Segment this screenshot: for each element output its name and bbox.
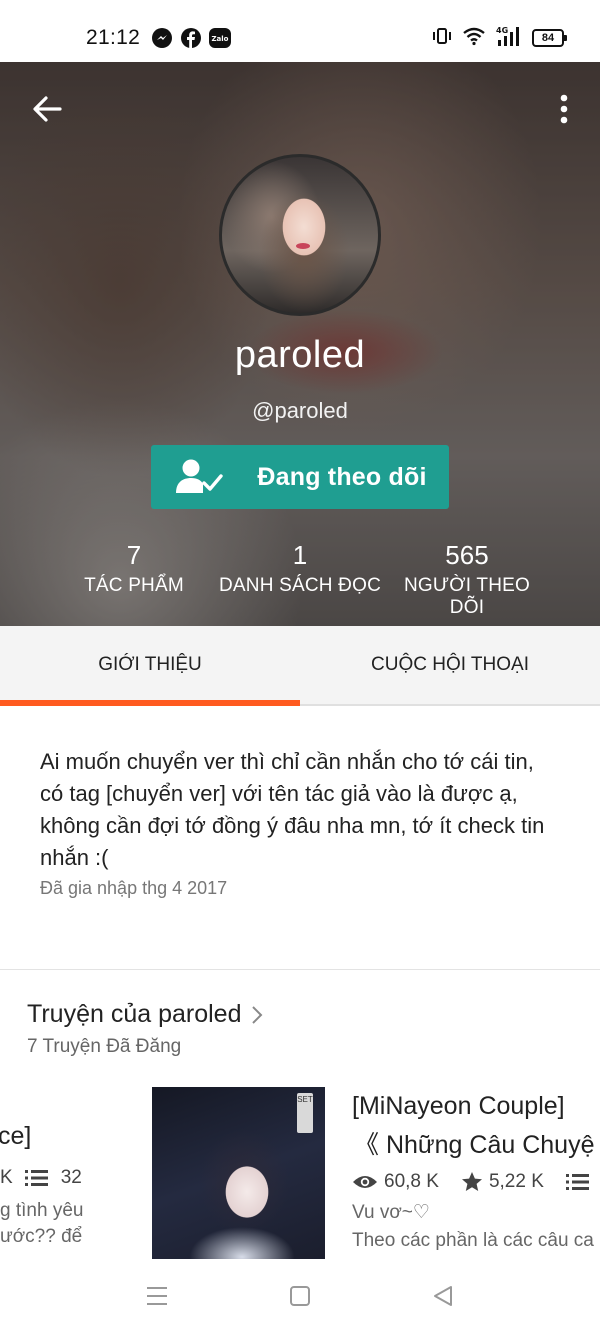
list-icon [565, 1174, 589, 1190]
tab-about[interactable]: GIỚI THIỆU [0, 626, 300, 706]
battery-indicator: 84 [532, 29, 567, 47]
arrow-left-icon [33, 96, 62, 122]
status-time: 21:12 [86, 26, 141, 49]
story-title: ce] [0, 1122, 32, 1150]
profile-header: paroled @paroled Đang theo dõi 7 TÁC PHẨ… [0, 62, 600, 626]
system-navigation-bar [0, 1259, 600, 1333]
story-card[interactable]: [MiNayeon Couple] 《 Những Câu Chuyệ 60,8… [352, 1092, 600, 1262]
tab-conversations[interactable]: CUỘC HỘI THOẠI [300, 626, 600, 704]
back-nav-button[interactable] [430, 1283, 456, 1309]
square-icon [290, 1286, 310, 1306]
story-description: Theo các phần là các câu ca [352, 1230, 594, 1251]
stories-title-text: Truyện của paroled [27, 1000, 242, 1028]
joined-date: Đã gia nhập thg 4 2017 [40, 878, 228, 898]
list-icon [24, 1170, 48, 1186]
stat-works-value: 7 [126, 540, 142, 570]
zalo-icon: Zalo [209, 28, 231, 48]
menu-icon [147, 1287, 167, 1305]
more-options-button[interactable] [552, 90, 576, 130]
avatar-photo-detail [296, 243, 310, 249]
signal-icon: 4G [496, 25, 522, 52]
triangle-back-icon [434, 1286, 452, 1306]
user-check-icon [176, 459, 224, 493]
story-description-line: g tình yêu [0, 1200, 84, 1221]
more-vertical-icon [560, 94, 568, 124]
stat-works-label: TÁC PHẨM [84, 575, 184, 596]
stat-reading-lists[interactable]: 1 DANH SÁCH ĐỌC [210, 540, 390, 597]
story-meta-fragment: K [0, 1167, 13, 1188]
back-button[interactable] [28, 90, 66, 128]
cover-tag: SET [297, 1093, 313, 1133]
about-section: Ai muốn chuyển ver thì chỉ cần nhắn cho … [40, 746, 560, 899]
story-title-line2: 《 Những Câu Chuyệ [354, 1131, 595, 1159]
profile-tabs: GIỚI THIỆU CUỘC HỘI THOẠI [0, 626, 600, 706]
stat-followers[interactable]: 565 NGƯỜI THEO DÕI [386, 540, 548, 619]
messenger-icon [152, 28, 172, 48]
about-text: Ai muốn chuyển ver thì chỉ cần nhắn cho … [40, 749, 545, 870]
stat-reading-lists-label: DANH SÁCH ĐỌC [218, 575, 381, 596]
story-parts: 32 [60, 1167, 82, 1188]
avatar[interactable] [219, 154, 381, 316]
username: @paroled [252, 398, 348, 423]
stat-followers-label: NGƯỜI THEO DÕI [403, 575, 530, 618]
following-button-label: Đang theo dõi [257, 462, 427, 491]
display-name: paroled [234, 334, 366, 376]
story-meta: 60,8 K 5,22 K [352, 1171, 600, 1193]
story-votes: 5,22 K [488, 1171, 544, 1192]
wifi-icon [462, 26, 486, 51]
recent-apps-button[interactable] [144, 1283, 170, 1309]
story-description-line: ước?? để [0, 1226, 83, 1247]
stories-count: 7 Truyện Đã Đăng [27, 1036, 182, 1057]
story-title-line1: [MiNayeon Couple] [352, 1092, 565, 1120]
stories-section-title[interactable]: Truyện của paroled [27, 1000, 263, 1029]
story-tagline: Vu vơ~♡ [352, 1202, 430, 1223]
svg-text:4G: 4G [496, 26, 508, 35]
stat-reading-lists-value: 1 [292, 540, 308, 570]
story-reads: 60,8 K [384, 1171, 439, 1192]
star-icon [461, 1172, 482, 1191]
facebook-icon [181, 28, 201, 48]
chevron-right-icon [252, 1005, 263, 1024]
following-button[interactable]: Đang theo dõi [151, 445, 449, 509]
story-cover-image[interactable]: SET [152, 1087, 325, 1259]
home-button[interactable] [287, 1283, 313, 1309]
story-meta: K 32 [0, 1167, 82, 1189]
vibrate-icon [432, 26, 452, 51]
svg-text:Zalo: Zalo [211, 35, 228, 43]
section-divider [0, 969, 600, 970]
stat-works[interactable]: 7 TÁC PHẨM [64, 540, 204, 597]
status-bar: 21:12 Zalo 4G 84 [0, 0, 600, 62]
eye-icon [353, 1176, 377, 1188]
stat-followers-value: 565 [445, 540, 489, 570]
